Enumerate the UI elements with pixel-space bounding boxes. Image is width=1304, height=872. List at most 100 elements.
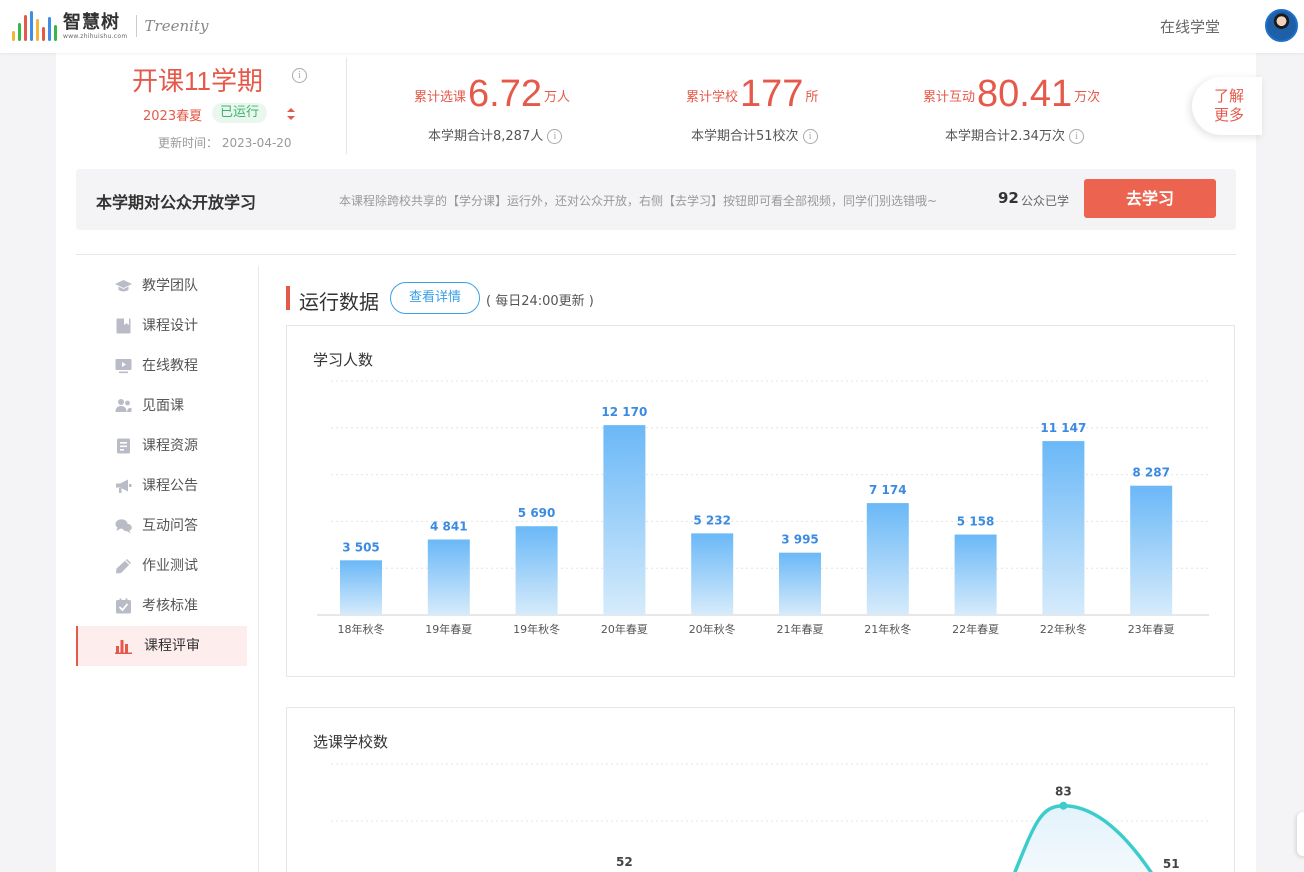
sidebar-item-meeting-class[interactable]: 见面课: [76, 386, 247, 426]
bar[interactable]: [427, 539, 470, 615]
sidebar-item-label: 教学团队: [142, 278, 198, 294]
sidebar-item-teaching-team[interactable]: 教学团队: [76, 266, 247, 306]
stat-unit: 万次: [1074, 90, 1101, 105]
bar[interactable]: [515, 526, 558, 615]
stat-sub-text: 本学期合计51校次: [691, 129, 799, 144]
sidebar-item-course-review[interactable]: 课程评审: [76, 626, 247, 666]
update-schedule-note: ( 每日24:00更新 ): [486, 294, 594, 309]
sidebar-item-assessment[interactable]: 考核标准: [76, 586, 247, 626]
x-tick-label: 20年秋冬: [689, 622, 736, 636]
graduation-cap-icon: [115, 280, 132, 292]
stat-unit: 所: [805, 90, 819, 105]
learners-bar-chart: 3 505 18年秋冬 4 841 19年春夏 5 690 19年秋冬 12 170 20年春…: [317, 380, 1209, 636]
stat-schools: 累计学校177 所: [686, 73, 819, 115]
logo[interactable]: 智慧树 www.zhihuishu.com Treenity: [12, 10, 208, 42]
sidebar-item-course-announcement[interactable]: 课程公告: [76, 466, 247, 506]
x-tick-label: 21年春夏: [777, 622, 824, 636]
top-bar: 智慧树 www.zhihuishu.com Treenity 在线学堂: [0, 0, 1304, 53]
checklist-icon: [116, 598, 131, 614]
sidebar-item-course-design[interactable]: 课程设计: [76, 306, 247, 346]
bar-value-label: 5 690: [518, 506, 556, 520]
x-tick-label: 22年秋冬: [1040, 622, 1087, 636]
stat-unit: 万人: [543, 90, 570, 105]
sidebar-item-course-resources[interactable]: 课程资源: [76, 426, 247, 466]
stat-enrollment: 累计选课6.72 万人: [414, 73, 570, 115]
term-switch-icon[interactable]: [286, 107, 296, 121]
logo-url: www.zhihuishu.com: [63, 32, 128, 40]
schools-chart-card: 选课学校数 52 83 51: [286, 707, 1235, 872]
logo-text: 智慧树: [63, 11, 120, 33]
bar-value-label: 5 158: [957, 515, 995, 529]
bar-value-label: 7 174: [869, 483, 907, 497]
learn-more-line2: 更多: [1214, 106, 1245, 124]
sidebar-divider: [258, 266, 259, 872]
bar[interactable]: [954, 534, 997, 615]
stat-value: 80.41: [977, 73, 1073, 115]
x-tick-label: 18年秋冬: [338, 622, 385, 636]
sidebar-item-label: 互动问答: [142, 518, 198, 534]
sidebar-item-label: 在线教程: [142, 358, 198, 374]
update-time: 更新时间： 2023-04-20: [158, 136, 292, 150]
sidebar-item-label: 作业测试: [142, 558, 198, 574]
info-icon[interactable]: i: [802, 129, 818, 144]
bar-value-label: 4 841: [430, 519, 468, 533]
bar-value-label: 5 232: [693, 513, 731, 527]
info-icon[interactable]: i: [1069, 129, 1085, 144]
sidebar-item-label: 考核标准: [142, 598, 198, 614]
x-tick-label: 19年春夏: [425, 622, 472, 636]
chat-bubbles-icon: [115, 519, 132, 534]
status-badge: 已运行: [212, 103, 268, 123]
learn-more-button[interactable]: 了解 更多: [1192, 77, 1262, 135]
x-tick-label: 22年春夏: [952, 622, 999, 636]
bar-chart-icon: [115, 640, 132, 654]
info-icon[interactable]: i: [547, 129, 563, 144]
bookmark-icon: [116, 318, 131, 334]
public-learner-label: 公众已学: [1021, 194, 1070, 208]
view-details-button[interactable]: 查看详情: [390, 282, 480, 314]
learn-more-line1: 了解: [1214, 87, 1245, 105]
bar[interactable]: [866, 503, 909, 615]
stat-interactions-sub: 本学期合计2.34万次 i: [945, 125, 1085, 144]
bar-value-label: 12 170: [601, 405, 647, 419]
x-tick-label: 21年秋冬: [864, 622, 911, 636]
go-study-button[interactable]: 去学习: [1084, 179, 1216, 218]
bar[interactable]: [1042, 441, 1085, 615]
sidebar-item-homework-test[interactable]: 作业测试: [76, 546, 247, 586]
stat-enrollment-sub: 本学期合计8,287人 i: [428, 125, 563, 144]
bar[interactable]: [1130, 485, 1173, 615]
sidebar-nav: 教学团队 课程设计 在线教程 见面课 课程资源 课程公告 互动问答 作业测试 考…: [76, 266, 247, 666]
bar-value-label: 3 995: [781, 533, 819, 547]
public-learner-count: 92: [998, 189, 1019, 207]
bar[interactable]: [603, 425, 646, 615]
bar[interactable]: [691, 533, 734, 615]
section-title: 运行数据: [299, 290, 379, 314]
current-term: 2023春夏: [143, 109, 203, 124]
nav-link-online-classroom[interactable]: 在线学堂: [1160, 16, 1220, 37]
data-point[interactable]: [1059, 801, 1068, 810]
open-study-description: 本课程除跨校共享的【学分课】运行外，还对公众开放，右侧【去学习】按钮即可看全部视…: [339, 194, 938, 208]
logo-text-block: 智慧树 www.zhihuishu.com: [63, 13, 128, 40]
bar-value-label: 8 287: [1132, 466, 1170, 480]
stat-label: 累计学校: [686, 90, 739, 105]
x-tick-label: 20年春夏: [601, 622, 648, 636]
schools-line-chart: 52 83 51: [331, 763, 1209, 872]
bar[interactable]: [340, 560, 382, 615]
sidebar-item-online-tutorial[interactable]: 在线教程: [76, 346, 247, 386]
users-icon: [115, 399, 132, 412]
logo-divider: [135, 15, 137, 37]
stat-sub-text: 本学期合计8,287人: [428, 129, 544, 144]
sidebar-item-label: 课程设计: [142, 318, 198, 334]
sidebar-item-qa[interactable]: 互动问答: [76, 506, 247, 546]
open-study-bar: 本学期对公众开放学习 本课程除跨校共享的【学分课】运行外，还对公众开放，右侧【去…: [76, 169, 1236, 230]
bar[interactable]: [779, 552, 821, 615]
user-avatar[interactable]: [1265, 9, 1298, 42]
stat-sub-text: 本学期合计2.34万次: [945, 129, 1065, 144]
side-float-tab[interactable]: [1297, 812, 1304, 856]
course-term-count: 开课11学期: [132, 66, 263, 96]
x-tick-label: 23年春夏: [1128, 622, 1175, 636]
learners-chart-card: 学习人数 3 505 18年秋冬 4 841 19年春夏 5 690 19年秋冬 12 17…: [286, 325, 1235, 677]
stat-label: 累计选课: [414, 90, 467, 105]
info-icon[interactable]: i: [292, 68, 307, 83]
point-value-label: 51: [1163, 857, 1180, 871]
line-area: [1014, 805, 1151, 872]
